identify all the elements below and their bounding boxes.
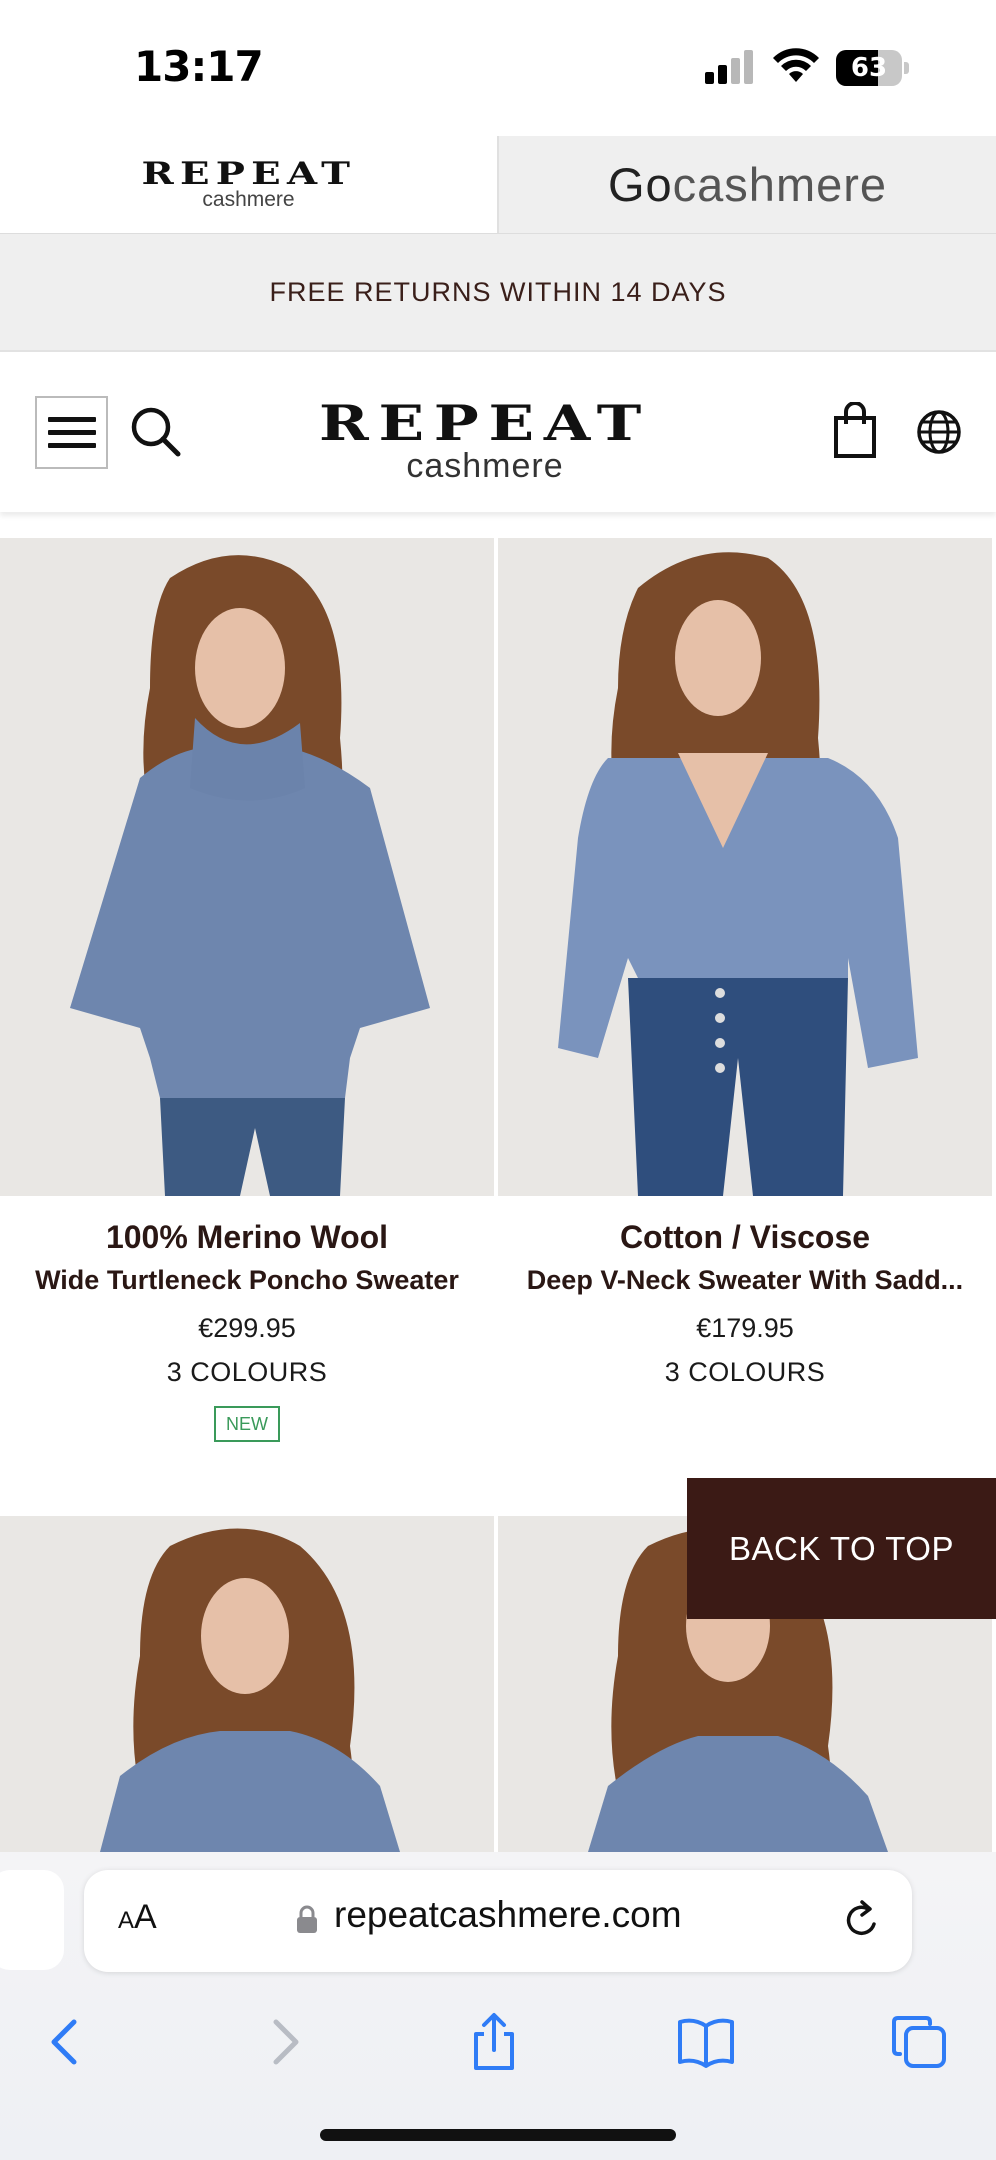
model-photo [0,538,494,1196]
menu-icon [47,417,96,422]
url-text[interactable]: repeatcashmere.com [334,1894,682,1936]
product-colours: 3 COLOURS [664,1357,826,1387]
search-icon[interactable] [128,404,184,460]
product-price: €299.95 [198,1313,296,1343]
new-badge: NEW [214,1406,280,1442]
announcement-text: FREE RETURNS WITHIN 14 DAYS [269,276,727,307]
product-name[interactable]: Deep V-Neck Sweater With Sadd... [498,1264,992,1296]
site-header: REPEAT cashmere [0,352,996,512]
product-colours: 3 COLOURS [166,1357,328,1387]
battery-icon: 63 [836,50,909,86]
reload-icon[interactable] [840,1898,884,1942]
product-image[interactable] [0,538,494,1196]
tab-repeat-cashmere[interactable]: REPEAT cashmere [0,136,497,233]
back-to-top-button[interactable]: BACK TO TOP [687,1478,996,1619]
repeat-logo-subtext: cashmere [202,187,295,211]
model-photo [0,1516,494,1852]
share-icon[interactable] [464,2012,524,2072]
home-indicator[interactable] [320,2129,676,2141]
back-icon[interactable] [36,2012,96,2072]
site-logo-subtext: cashmere [406,447,564,485]
navigation-toolbar [0,2002,996,2102]
product-material: 100% Merino Wool [105,1219,389,1255]
previous-tab-preview[interactable] [0,1870,64,1970]
menu-button[interactable] [35,396,108,469]
address-bar[interactable]: AA repeatcashmere.com [84,1870,912,1972]
status-time: 13:17 [134,42,264,91]
announcement-bar: FREE RETURNS WITHIN 14 DAYS [0,234,996,352]
reader-options-button[interactable]: AA [118,1898,157,1937]
product-material: Cotton / Viscose [619,1219,871,1255]
product-info: Cotton / Viscose Deep V-Neck Sweater Wit… [498,1196,992,1388]
tab-gocashmere[interactable]: Gocashmere [497,136,996,233]
bookmarks-icon[interactable] [676,2012,736,2072]
wifi-icon [773,48,819,82]
product-image[interactable] [498,538,992,1196]
globe-icon[interactable] [915,408,963,456]
product-name[interactable]: Wide Turtleneck Poncho Sweater [0,1264,494,1296]
site-logo-text: REPEAT [319,394,651,452]
status-bar: 13:17 63 [0,0,996,135]
forward-icon[interactable] [254,2012,314,2072]
model-photo [498,538,992,1196]
product-image[interactable] [0,1516,494,1852]
battery-level: 63 [850,53,888,83]
product-info: 100% Merino Wool Wide Turtleneck Poncho … [0,1196,494,1442]
browser-toolbar: AA repeatcashmere.com [0,1852,996,2160]
gocashmere-logo: Gocashmere [607,158,888,211]
brand-switcher: REPEAT cashmere Gocashmere [0,136,996,234]
bag-icon[interactable] [830,402,880,458]
repeat-logo-text: REPEAT [141,155,356,192]
site-logo[interactable]: REPEAT cashmere [280,399,690,485]
product-price: €179.95 [696,1313,794,1343]
lock-icon [297,1905,317,1933]
tabs-icon[interactable] [890,2012,950,2072]
cellular-signal-icon [705,50,757,84]
